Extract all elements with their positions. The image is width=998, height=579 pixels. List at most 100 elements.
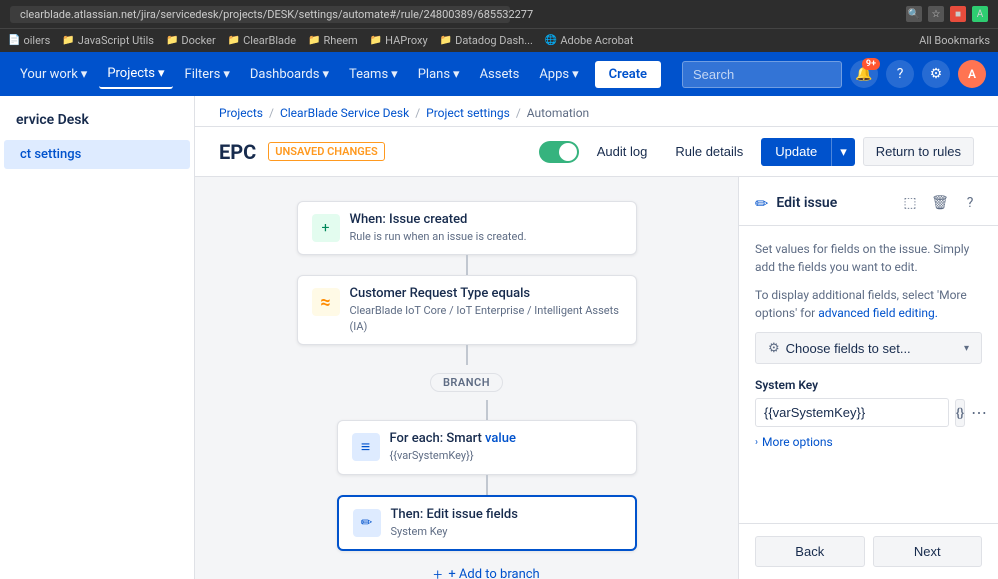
flow-connector: [466, 255, 468, 275]
condition-desc: ClearBlade IoT Core / IoT Enterprise / I…: [350, 303, 622, 334]
folder-icon: 📁: [166, 35, 178, 46]
search-icon[interactable]: 🔍: [906, 6, 922, 22]
notifications-button[interactable]: 🔔 9+: [850, 60, 878, 88]
nav-teams[interactable]: Teams ▾: [341, 61, 406, 88]
flow-container: + When: Issue created Rule is run when a…: [277, 201, 657, 579]
panel-desc-2: To display additional fields, select 'Mo…: [755, 286, 982, 322]
for-each-node[interactable]: ≡ For each: Smart value {{varSystemKey}}: [337, 420, 637, 474]
nav-apps[interactable]: Apps ▾: [531, 61, 586, 88]
bookmark-js-utils[interactable]: 📁 JavaScript Utils: [62, 34, 154, 47]
audit-log-button[interactable]: Audit log: [587, 138, 658, 165]
system-key-input[interactable]: [755, 398, 949, 427]
canvas-area: + When: Issue created Rule is run when a…: [195, 177, 738, 579]
toggle-knob: [559, 143, 577, 161]
folder-icon: 📁: [440, 35, 452, 46]
panel-header-icons: ⬚ 🗑 ?: [898, 191, 982, 215]
nav-dashboards[interactable]: Dashboards ▾: [242, 61, 337, 88]
folder-icon: 📁: [370, 35, 382, 46]
settings-button[interactable]: ⚙: [922, 60, 950, 88]
bookmark-clearblade[interactable]: 📁 ClearBlade: [228, 34, 296, 47]
branch-connector-1: [486, 400, 488, 420]
advanced-field-link[interactable]: advanced field editing.: [818, 306, 938, 320]
for-each-title: For each: Smart value: [390, 431, 622, 446]
update-button[interactable]: Update: [761, 138, 831, 166]
bookmark-datadog[interactable]: 📁 Datadog Dash...: [440, 34, 533, 47]
field-more-button[interactable]: ⋯: [971, 401, 987, 425]
sidebar: ervice Desk ct settings: [0, 96, 195, 579]
gear-icon: ⚙: [768, 340, 780, 356]
trigger-node[interactable]: + When: Issue created Rule is run when a…: [297, 201, 637, 255]
content-area: Projects / ClearBlade Service Desk / Pro…: [195, 96, 998, 579]
chevron-right-icon: ›: [755, 437, 758, 448]
panel-body: Set values for fields on the issue. Simp…: [739, 226, 998, 523]
branch-connector-2: [486, 475, 488, 495]
folder-icon: 📁: [62, 35, 74, 46]
nav-assets[interactable]: Assets: [472, 61, 528, 88]
avatar-button[interactable]: A: [958, 60, 986, 88]
nav-plans[interactable]: Plans ▾: [410, 61, 468, 88]
enable-toggle[interactable]: [539, 141, 579, 163]
bookmark-docker[interactable]: 📁 Docker: [166, 34, 216, 47]
right-panel: ✏ Edit issue ⬚ 🗑 ? Set values for fields…: [738, 177, 998, 579]
main-layout: ervice Desk ct settings Projects / Clear…: [0, 96, 998, 579]
edit-title: Then: Edit issue fields: [391, 507, 621, 522]
breadcrumb-project-settings[interactable]: Project settings: [426, 106, 510, 120]
panel-copy-icon[interactable]: ⬚: [898, 191, 922, 215]
edit-icon: ✏: [353, 509, 381, 537]
trigger-title: When: Issue created: [350, 212, 622, 227]
nav-your-work[interactable]: Your work ▾: [12, 61, 95, 88]
back-button[interactable]: Back: [755, 536, 865, 567]
breadcrumb-service-desk[interactable]: ClearBlade Service Desk: [280, 106, 409, 120]
chevron-down-icon: ▾: [391, 67, 398, 82]
header-actions: Audit log Rule details Update ▾ Return t…: [539, 137, 974, 166]
chevron-down-icon: ▾: [223, 67, 230, 82]
field-row: {} ⋯: [755, 398, 982, 427]
condition-icon: ≈: [312, 288, 340, 316]
extension-icon[interactable]: ■: [950, 6, 966, 22]
more-options-row[interactable]: › More options: [755, 427, 982, 457]
bookmark-icon[interactable]: ☆: [928, 6, 944, 22]
create-button[interactable]: Create: [595, 61, 661, 88]
account-icon[interactable]: A: [972, 6, 988, 22]
choose-fields-button[interactable]: ⚙ Choose fields to set... ▾: [755, 332, 982, 364]
search-input[interactable]: [682, 61, 842, 88]
condition-node[interactable]: ≈ Customer Request Type equals ClearBlad…: [297, 275, 637, 345]
add-to-branch-label: + Add to branch: [448, 567, 539, 579]
dropdown-arrow-icon: ▾: [964, 343, 969, 354]
sidebar-item-project-settings[interactable]: ct settings: [4, 140, 190, 169]
branch-area: ≡ For each: Smart value {{varSystemKey}}: [277, 400, 657, 579]
url-bar[interactable]: clearblade.atlassian.net/jira/servicedes…: [10, 6, 510, 23]
bookmark-oilers[interactable]: 📄 oilers: [8, 34, 50, 47]
bookmark-icon: 📄: [8, 35, 20, 46]
chevron-down-icon: ▾: [158, 66, 165, 81]
panel-title: Edit issue: [776, 195, 837, 211]
breadcrumb: Projects / ClearBlade Service Desk / Pro…: [195, 96, 998, 127]
help-button[interactable]: ?: [886, 60, 914, 88]
chevron-down-icon: ▾: [572, 67, 579, 82]
browser-bar: clearblade.atlassian.net/jira/servicedes…: [0, 0, 998, 28]
edit-issue-node[interactable]: ✏ Then: Edit issue fields System Key: [337, 495, 637, 551]
nav-filters[interactable]: Filters ▾: [177, 61, 238, 88]
nav-projects[interactable]: Projects ▾: [99, 60, 172, 89]
breadcrumb-projects[interactable]: Projects: [219, 106, 263, 120]
bookmark-adobe[interactable]: 🌐 Adobe Acrobat: [545, 34, 633, 47]
next-button[interactable]: Next: [873, 536, 983, 567]
add-to-branch-button[interactable]: + + Add to branch: [423, 559, 549, 579]
for-each-icon: ≡: [352, 433, 380, 461]
all-bookmarks[interactable]: All Bookmarks: [919, 34, 990, 47]
panel-header: ✏ Edit issue ⬚ 🗑 ?: [739, 177, 998, 226]
panel-help-icon[interactable]: ?: [958, 191, 982, 215]
notifications-badge: 9+: [862, 58, 880, 70]
template-bracket-button[interactable]: {}: [955, 399, 965, 427]
rule-details-button[interactable]: Rule details: [665, 138, 753, 165]
update-dropdown-button[interactable]: ▾: [831, 138, 855, 166]
return-to-rules-button[interactable]: Return to rules: [863, 137, 974, 166]
page-header: EPC UNSAVED CHANGES Audit log Rule detai…: [195, 127, 998, 177]
bookmark-rheem[interactable]: 📁 Rheem: [308, 34, 358, 47]
flow-connector-2: [466, 345, 468, 365]
bookmark-haproxy[interactable]: 📁 HAProxy: [370, 34, 428, 47]
panel-delete-icon[interactable]: 🗑: [928, 191, 952, 215]
panel-edit-icon: ✏: [755, 194, 768, 213]
trigger-icon: +: [312, 214, 340, 242]
chevron-down-icon: ▾: [81, 67, 88, 82]
